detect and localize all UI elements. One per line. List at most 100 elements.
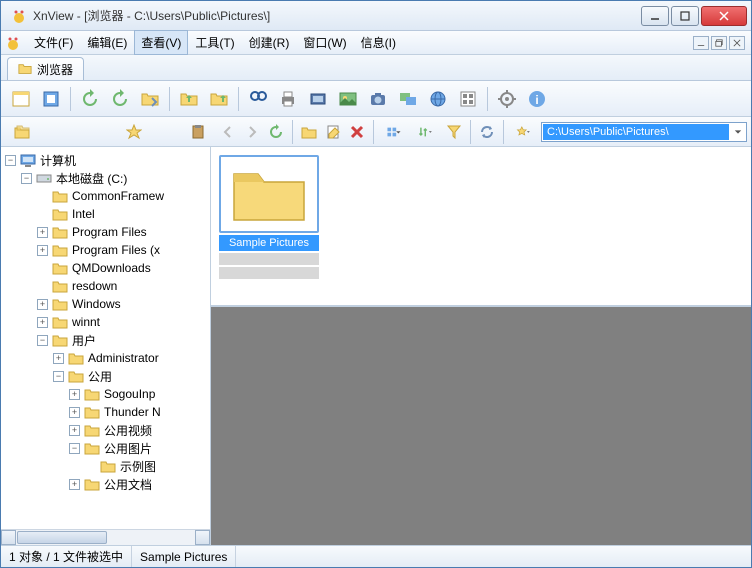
back-button[interactable] (217, 121, 239, 143)
tree-item-label: resdown (72, 279, 117, 293)
app-icon (11, 8, 27, 24)
menubar: 文件(F) 编辑(E) 查看(V) 工具(T) 创建(R) 窗口(W) 信息(I… (1, 31, 751, 55)
svg-text:i: i (535, 93, 538, 107)
folder-icon (84, 423, 100, 437)
about-button[interactable]: i (523, 85, 551, 113)
reload-button[interactable] (476, 121, 498, 143)
computer-icon (20, 153, 36, 167)
window-title: XnView - [浏览器 - C:\Users\Public\Pictures… (33, 7, 641, 24)
folder-icon (84, 441, 100, 455)
maximize-button[interactable] (671, 6, 699, 26)
tree-item-label: 示例图 (120, 458, 156, 475)
tab-browser[interactable]: 浏览器 (7, 57, 84, 80)
menu-file[interactable]: 文件(F) (27, 30, 80, 55)
tree-item-label: 用户 (72, 332, 96, 349)
folder-icon (52, 315, 68, 329)
thumbnail-frame (219, 155, 319, 233)
navbar-left (5, 121, 215, 143)
tree-item-label: 公用文档 (104, 476, 152, 493)
tree-item-label: winnt (72, 315, 100, 329)
export-button[interactable] (205, 85, 233, 113)
delete-button[interactable] (346, 121, 368, 143)
titlebar: XnView - [浏览器 - C:\Users\Public\Pictures… (1, 1, 751, 31)
status-selection: Sample Pictures (132, 546, 236, 567)
folder-icon (52, 189, 68, 203)
main-toolbar: i (1, 81, 751, 117)
address-bar[interactable]: C:\Users\Public\Pictures\ (541, 122, 747, 142)
filter-button[interactable] (443, 121, 465, 143)
folder-icon (84, 477, 100, 491)
folder-icon (52, 243, 68, 257)
folder-icon (84, 405, 100, 419)
tree-item-label: Program Files (x (72, 243, 160, 257)
navbar: C:\Users\Public\Pictures\ (1, 117, 751, 147)
folder-icon (52, 207, 68, 221)
layout-button[interactable] (454, 85, 482, 113)
folder-icon (52, 297, 68, 311)
convert-button[interactable] (394, 85, 422, 113)
menu-window[interactable]: 窗口(W) (296, 30, 353, 55)
scan-button[interactable] (304, 85, 332, 113)
fullscreen-button[interactable] (37, 85, 65, 113)
tabstrip: 浏览器 (1, 55, 751, 81)
folder-tree[interactable]: −计算机 −本地磁盘 (C:) CommonFramew Intel +Prog… (1, 147, 210, 529)
favorites-star-button[interactable] (123, 121, 145, 143)
folder-open-button[interactable] (298, 121, 320, 143)
folder-icon (52, 279, 68, 293)
favorites-button[interactable] (509, 121, 539, 143)
close-button[interactable] (701, 6, 747, 26)
thumbnail-area[interactable]: Sample Pictures (211, 147, 751, 307)
menu-edit[interactable]: 编辑(E) (80, 30, 134, 55)
right-pane: Sample Pictures (211, 147, 751, 545)
rotate-right-button[interactable] (106, 85, 134, 113)
folder-icon (18, 62, 32, 76)
web-button[interactable] (424, 85, 452, 113)
tree-hscrollbar[interactable] (1, 529, 210, 545)
rotate-left-button[interactable] (76, 85, 104, 113)
tree-item-label: 公用图片 (104, 440, 152, 457)
menu-tools[interactable]: 工具(T) (188, 30, 241, 55)
thumbnail-meta (219, 253, 319, 265)
address-dropdown[interactable] (730, 128, 746, 136)
tree-item-label: Administrator (88, 351, 159, 365)
search-button[interactable] (244, 85, 272, 113)
preview-area (211, 307, 751, 545)
slideshow-button[interactable] (334, 85, 362, 113)
refresh-button[interactable] (265, 121, 287, 143)
tree-item-label: Windows (72, 297, 121, 311)
minimize-button[interactable] (641, 6, 669, 26)
open-button[interactable] (175, 85, 203, 113)
statusbar: 1 对象 / 1 文件被选中 Sample Pictures (1, 545, 751, 567)
tree-item-label: 计算机 (40, 152, 76, 169)
clipboard-button[interactable] (187, 121, 209, 143)
tree-item-label: CommonFramew (72, 189, 164, 203)
tree-item-label: SogouInp (104, 387, 155, 401)
view-mode-button[interactable] (379, 121, 409, 143)
app-icon-small (5, 35, 21, 51)
sort-button[interactable] (411, 121, 441, 143)
folders-toggle[interactable] (11, 121, 33, 143)
thumbnail-meta (219, 267, 319, 279)
batch-button[interactable] (136, 85, 164, 113)
folder-icon (84, 387, 100, 401)
tree-item-label: QMDownloads (72, 261, 151, 275)
settings-button[interactable] (493, 85, 521, 113)
capture-button[interactable] (364, 85, 392, 113)
app-window: XnView - [浏览器 - C:\Users\Public\Pictures… (0, 0, 752, 568)
folder-icon (68, 369, 84, 383)
menu-info[interactable]: 信息(I) (354, 30, 403, 55)
menu-view[interactable]: 查看(V) (134, 30, 188, 55)
folder-large-icon (230, 162, 308, 227)
drive-icon (36, 171, 52, 185)
window-buttons (641, 6, 747, 26)
browser-button[interactable] (7, 85, 35, 113)
mdi-restore[interactable] (711, 36, 727, 50)
menu-create[interactable]: 创建(R) (242, 30, 297, 55)
forward-button[interactable] (241, 121, 263, 143)
print-button[interactable] (274, 85, 302, 113)
edit-button[interactable] (322, 121, 344, 143)
mdi-close[interactable] (729, 36, 745, 50)
mdi-minimize[interactable] (693, 36, 709, 50)
thumbnail-item[interactable]: Sample Pictures (219, 155, 319, 279)
folder-icon (68, 351, 84, 365)
